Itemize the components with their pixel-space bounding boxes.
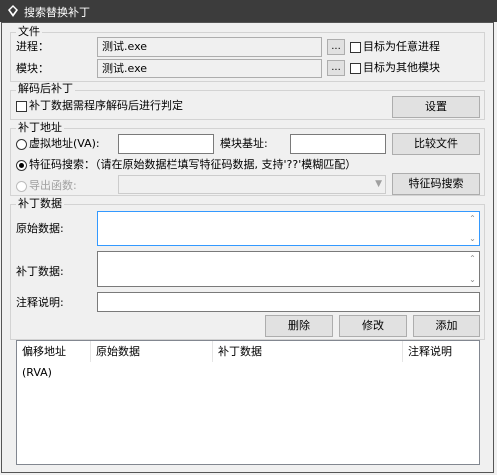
title-bar: 搜索替换补丁: [0, 0, 497, 22]
scroll-up-icon[interactable]: ⌃: [468, 254, 477, 263]
scroll-down-icon[interactable]: ⌄: [468, 234, 477, 243]
module-browse-button[interactable]: ...: [327, 60, 345, 76]
target-any-process-label: 目标为任意进程: [363, 40, 440, 53]
module-label: 模块：: [16, 62, 49, 75]
signature-search-radio[interactable]: [16, 160, 27, 171]
compare-files-button[interactable]: 比较文件: [392, 133, 480, 155]
target-other-module-checkbox[interactable]: [350, 63, 361, 74]
scroll-down-icon[interactable]: ⌄: [468, 275, 477, 284]
comment-label: 注释说明:: [16, 296, 64, 309]
scroll-up-icon[interactable]: ⌃: [468, 214, 477, 223]
app-icon: [8, 5, 18, 17]
original-data-label: 原始数据:: [16, 222, 64, 235]
virtual-address-radio[interactable]: [16, 139, 27, 150]
process-field[interactable]: 测试.exe: [97, 37, 322, 57]
patch-group-legend: 补丁数据: [16, 197, 64, 210]
decode-checkbox[interactable]: [16, 101, 27, 112]
process-label: 进程：: [16, 40, 49, 53]
module-base-input[interactable]: [290, 134, 386, 154]
patch-data-textarea[interactable]: ⌃ ⌄: [97, 251, 480, 287]
export-function-radio[interactable]: [16, 181, 27, 192]
module-value: 测试.exe: [102, 62, 148, 75]
target-any-process-checkbox[interactable]: [350, 42, 361, 53]
export-function-label: 导出函数:: [29, 179, 77, 192]
column-header-comment[interactable]: 注释说明: [403, 341, 479, 362]
add-button[interactable]: 添加: [413, 315, 480, 337]
delete-button[interactable]: 删除: [265, 315, 333, 337]
decode-group-legend: 解码后补丁: [16, 82, 75, 95]
file-group-legend: 文件: [16, 25, 42, 38]
module-base-label: 模块基址:: [220, 137, 268, 150]
chevron-down-icon: ▼: [375, 179, 382, 189]
process-browse-button[interactable]: ...: [327, 39, 345, 55]
modify-button[interactable]: 修改: [339, 315, 407, 337]
column-header-original[interactable]: 原始数据: [91, 341, 213, 362]
module-field[interactable]: 测试.exe: [97, 59, 322, 78]
patch-table[interactable]: 偏移地址(RVA) 原始数据 补丁数据 注释说明: [16, 340, 480, 465]
export-function-combo[interactable]: ▼: [118, 175, 386, 194]
column-header-patch[interactable]: 补丁数据: [213, 341, 403, 362]
signature-search-button[interactable]: 特征码搜索: [392, 173, 480, 195]
settings-button[interactable]: 设置: [392, 96, 480, 118]
window-title: 搜索替换补丁: [24, 6, 90, 19]
virtual-address-label: 虚拟地址(VA):: [29, 137, 100, 150]
comment-input[interactable]: [97, 292, 480, 312]
decode-checkbox-label: 补丁数据需程序解码后进行判定: [29, 99, 183, 112]
original-data-textarea[interactable]: ⌃ ⌄: [97, 211, 480, 246]
virtual-address-input[interactable]: [118, 134, 214, 154]
column-header-rva[interactable]: 偏移地址(RVA): [17, 341, 91, 379]
target-other-module-label: 目标为其他模块: [363, 61, 440, 74]
patch-data-label: 补丁数据:: [16, 265, 64, 278]
process-value: 测试.exe: [102, 40, 148, 53]
address-group-legend: 补丁地址: [16, 121, 64, 134]
signature-search-label: 特征码搜索：（请在原始数据栏填写特征码数据, 支持'??'模糊匹配）: [29, 158, 357, 171]
